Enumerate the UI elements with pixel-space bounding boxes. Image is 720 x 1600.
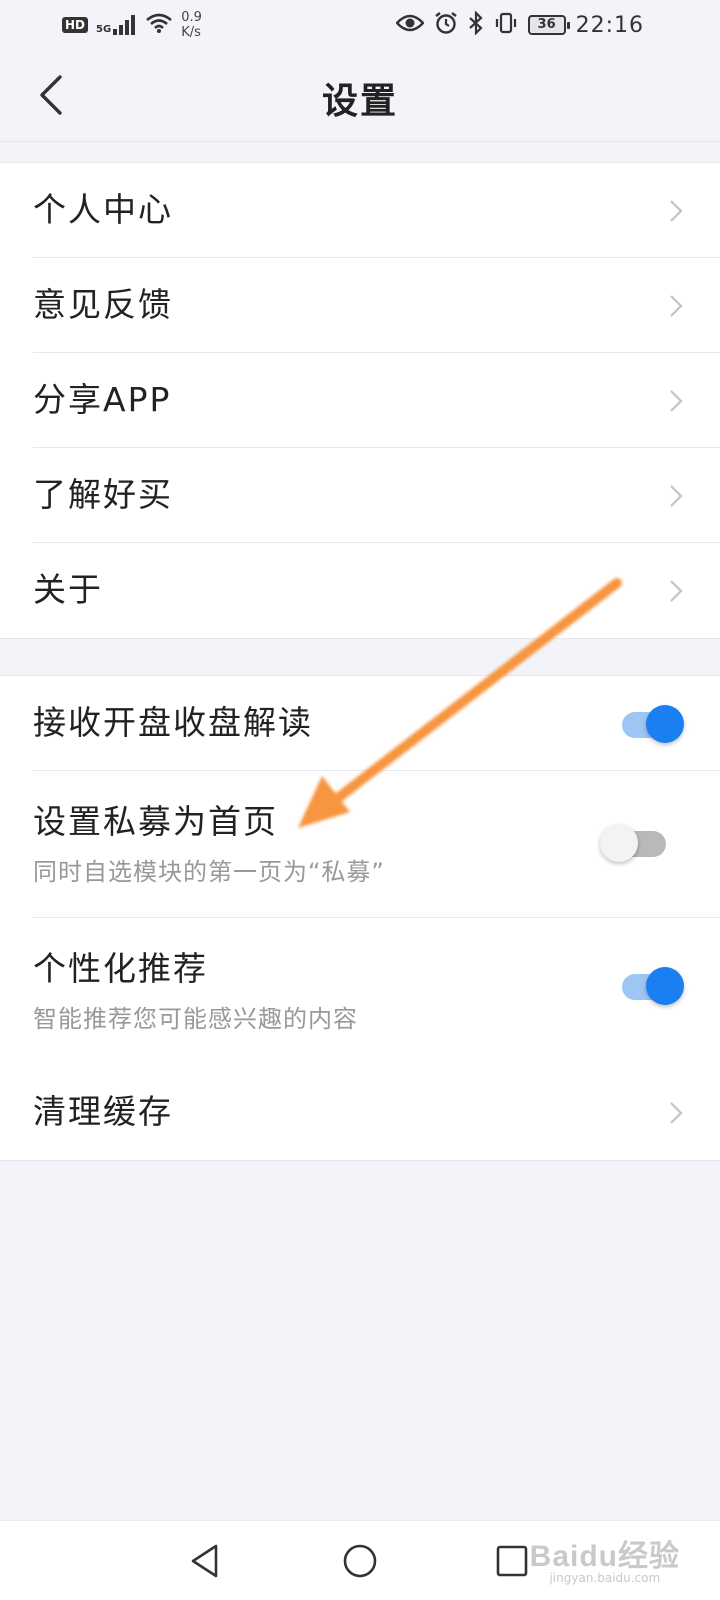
settings-item-label: 个人中心 (33, 190, 173, 229)
settings-item-clear-cache[interactable]: 清理缓存 (33, 1065, 720, 1160)
settings-item-share-app[interactable]: 分享APP (33, 353, 720, 448)
settings-item-private-fund-home[interactable]: 设置私募为首页 同时自选模块的第一页为“私募” (33, 771, 720, 918)
nav-back-icon[interactable] (186, 1541, 226, 1581)
settings-item-feedback[interactable]: 意见反馈 (33, 258, 720, 353)
settings-item-label: 意见反馈 (33, 285, 173, 324)
bluetooth-icon (468, 10, 484, 39)
toggle-knob (600, 824, 638, 862)
status-time: 22:16 (575, 12, 644, 38)
status-bar: HD 5G 0.9 K/s 36 22:16 (0, 0, 720, 50)
page-title: 设置 (321, 81, 398, 122)
settings-item-label: 了解好买 (33, 475, 173, 514)
net-speed-value: 0.9 (181, 10, 202, 25)
chevron-right-icon (670, 390, 683, 412)
hd-icon: HD (62, 17, 89, 33)
battery-icon: 36 (527, 15, 570, 35)
settings-item-subtitle: 同时自选模块的第一页为“私募” (33, 858, 385, 886)
settings-group-preferences: 接收开盘收盘解读 设置私募为首页 同时自选模块的第一页为“私募” 个性化推荐 智… (0, 675, 720, 1161)
net-speed: 0.9 K/s (181, 10, 202, 40)
watermark-url: jingyan.baidu.com (549, 1571, 661, 1585)
settings-item-label: 关于 (33, 570, 103, 609)
vibrate-icon (494, 11, 518, 39)
nav-home-icon[interactable] (340, 1541, 380, 1581)
watermark-logo: Baidu经验 (529, 1540, 680, 1573)
settings-item-label: 设置私募为首页 (33, 802, 278, 841)
watermark: Baidu经验 jingyan.baidu.com (530, 1531, 680, 1585)
settings-item-market-digest[interactable]: 接收开盘收盘解读 (33, 676, 720, 771)
signal-icon: 5G (96, 15, 137, 35)
settings-item-personal-center[interactable]: 个人中心 (33, 163, 720, 258)
chevron-right-icon (670, 1102, 683, 1124)
settings-item-label: 清理缓存 (33, 1092, 173, 1131)
toggle-knob (646, 967, 684, 1005)
private-fund-home-toggle[interactable] (600, 824, 666, 862)
settings-item-subtitle: 智能推荐您可能感兴趣的内容 (33, 1005, 358, 1033)
settings-item-personalized-recommend[interactable]: 个性化推荐 智能推荐您可能感兴趣的内容 (33, 918, 720, 1065)
alarm-icon (434, 11, 458, 39)
chevron-right-icon (670, 200, 683, 222)
status-left: HD 5G 0.9 K/s (62, 8, 202, 42)
net-speed-unit: K/s (181, 25, 201, 40)
settings-item-about-howbuy[interactable]: 了解好买 (33, 448, 720, 543)
app-header: 设置 (0, 50, 720, 142)
settings-item-about[interactable]: 关于 (33, 543, 720, 638)
chevron-right-icon (670, 485, 683, 507)
market-digest-toggle[interactable] (622, 705, 684, 743)
settings-item-label: 分享APP (33, 380, 172, 419)
status-right: 36 22:16 (394, 8, 644, 42)
personalized-recommend-toggle[interactable] (622, 967, 684, 1005)
signal-5g-label: 5G (96, 24, 112, 35)
wifi-icon (145, 12, 173, 38)
settings-item-label: 个性化推荐 (33, 949, 208, 988)
toggle-knob (646, 705, 684, 743)
chevron-right-icon (670, 295, 683, 317)
nav-recents-icon[interactable] (492, 1541, 532, 1581)
eye-icon (394, 13, 425, 37)
chevron-right-icon (670, 580, 683, 602)
settings-group-general: 个人中心 意见反馈 分享APP 了解好买 关于 (0, 162, 720, 639)
settings-item-label: 接收开盘收盘解读 (33, 703, 313, 742)
system-nav-bar: Baidu经验 jingyan.baidu.com (0, 1520, 720, 1600)
